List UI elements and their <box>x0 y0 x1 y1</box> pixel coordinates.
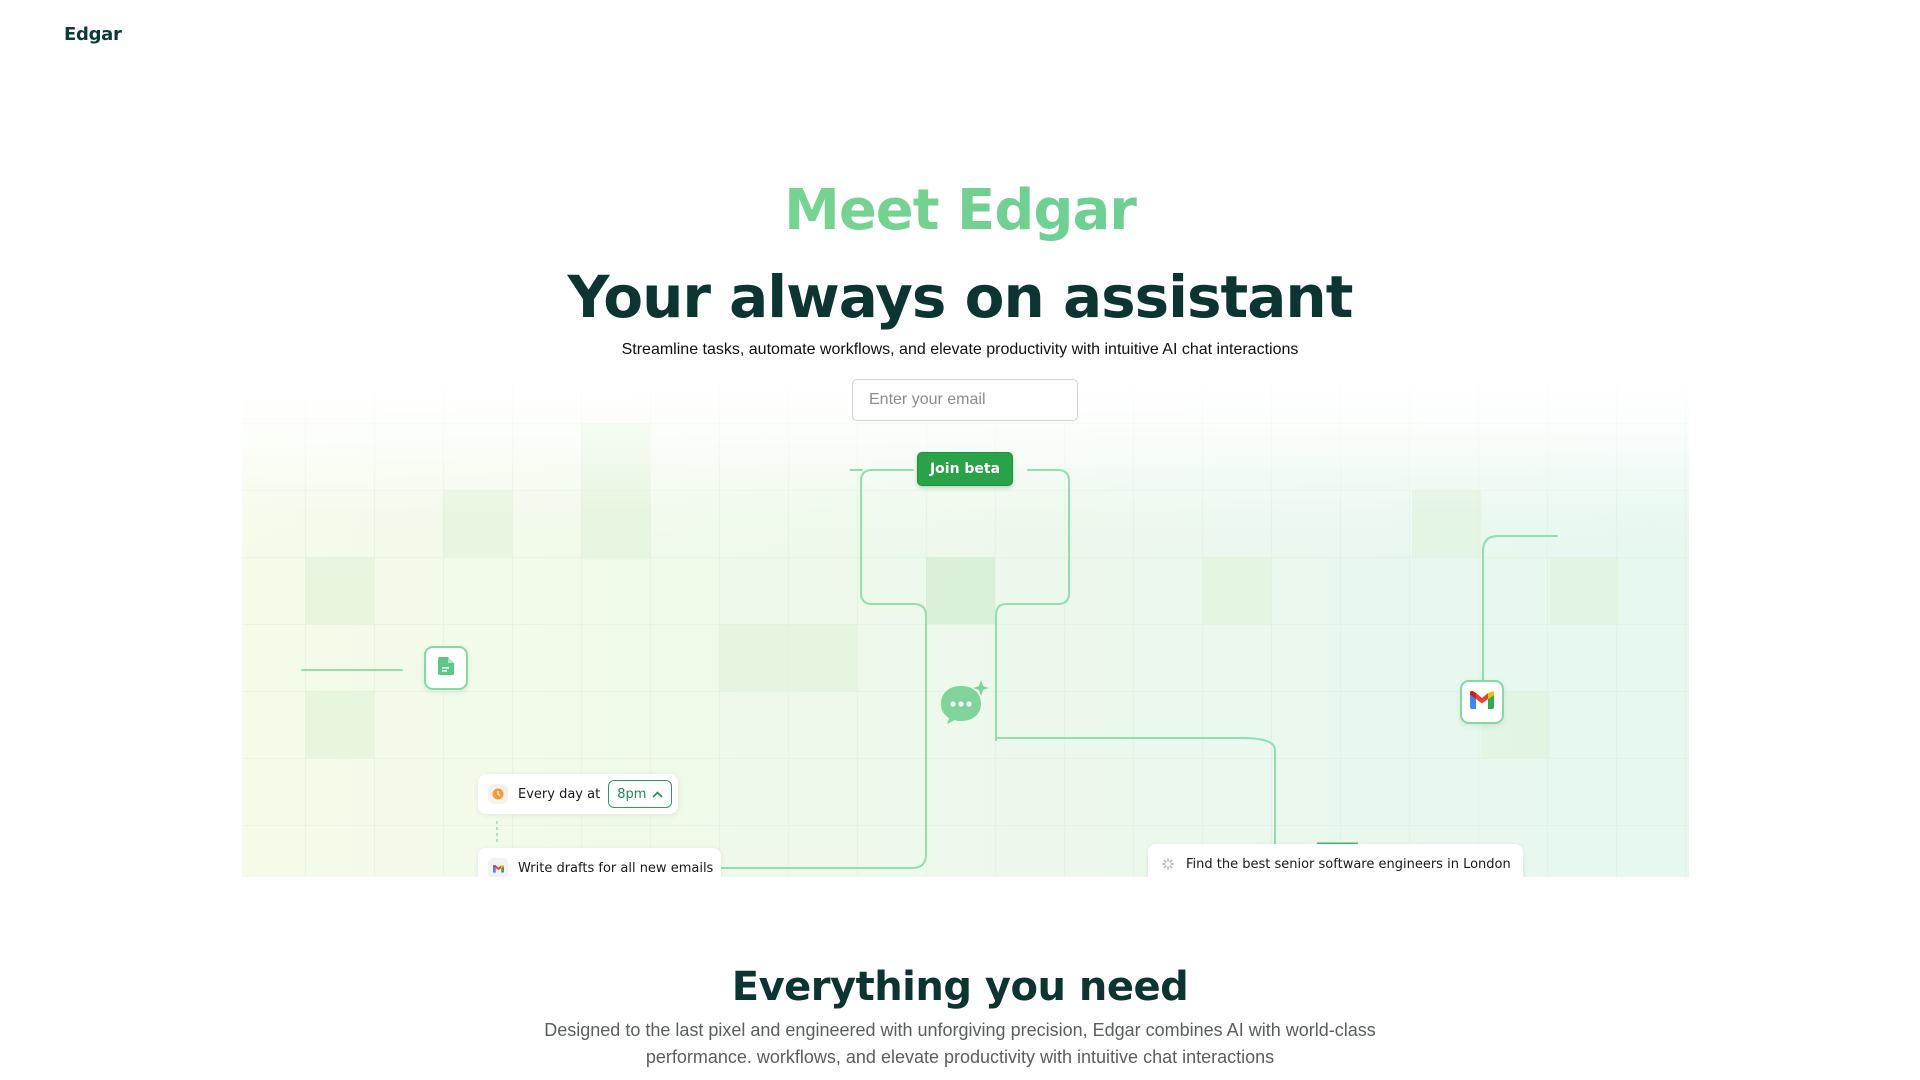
document-icon <box>438 656 454 680</box>
chat-sparkle-icon <box>939 680 989 731</box>
email-task-text: Write drafts for all new emails <box>518 860 714 876</box>
hero-subtitle: Streamline tasks, automate workflows, an… <box>621 341 1299 358</box>
grid-background <box>242 360 1689 877</box>
clock-icon <box>488 784 508 804</box>
join-beta-button[interactable]: Join beta <box>917 452 1013 486</box>
time-dropdown[interactable]: 8pm <box>608 780 673 808</box>
hero-title: Your always on assistant <box>567 263 1354 331</box>
gmail-node[interactable] <box>1460 680 1504 724</box>
search-task-card[interactable]: Find the best senior software engineers … <box>1148 844 1523 877</box>
email-task-card[interactable]: Write drafts for all new emails <box>478 848 722 877</box>
gmail-icon <box>1470 690 1494 714</box>
gmail-small-icon <box>488 858 508 877</box>
time-value: 8pm <box>617 786 647 802</box>
schedule-card[interactable]: Every day at 8pm <box>478 774 679 814</box>
search-task-text: Find the best senior software engineers … <box>1186 856 1511 872</box>
schedule-label: Every day at <box>518 786 601 802</box>
loading-spinner-icon <box>1158 854 1178 874</box>
features-description: Designed to the last pixel and engineere… <box>544 1020 1376 1067</box>
features-title: Everything you need <box>731 964 1189 1010</box>
document-node[interactable] <box>424 646 468 690</box>
email-input[interactable] <box>852 379 1078 421</box>
brand-logo[interactable]: Edgar <box>64 24 122 45</box>
chevron-up-icon <box>652 790 663 798</box>
hero-eyebrow: Meet Edgar <box>0 176 1920 246</box>
hero-illustration: Every day at 8pm Write drafts for all ne… <box>242 360 1689 877</box>
